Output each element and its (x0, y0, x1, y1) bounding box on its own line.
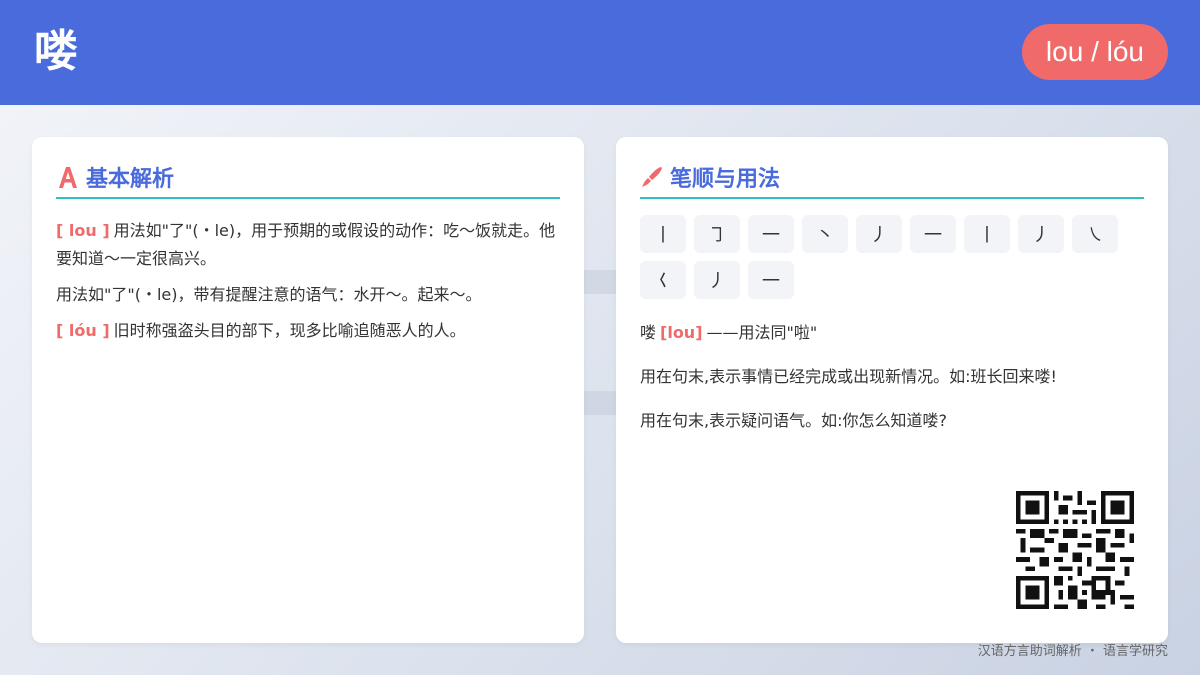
footer-caption: 汉语方言助词解析 ・ 语言学研究 (977, 644, 1168, 659)
stroke-cell: 一 (910, 215, 956, 253)
stroke-cell: 丨 (640, 215, 686, 253)
stroke-cell: ㇏ (1072, 215, 1118, 253)
stroke-cell: 一 (748, 261, 794, 299)
basic-card-header: 基本解析 (56, 161, 560, 199)
definition-tag: [ lou ] (56, 221, 110, 240)
basic-card-title: 基本解析 (86, 167, 175, 192)
usage-line: 用在句末,表示疑问语气。如:你怎么知道喽? (640, 411, 947, 430)
stroke-cell: 𡿨 (640, 261, 686, 299)
definition-item: [ lou ] 用法如"了"(・le)，用于预期的或假设的动作：吃～饭就走。他要知… (56, 217, 560, 273)
stroke-cell: 丶 (802, 215, 848, 253)
definition-text: 用法如"了"(・le)，带有提醒注意的语气：水开～。起来～。 (56, 285, 482, 304)
usage-char: 喽 (640, 323, 657, 342)
definition-tag: [ lóu ] (56, 321, 110, 340)
usage-card: 笔顺与用法 丨 ㇆ 一 丶 丿 一 丨 丿 ㇏ 𡿨 丿 一 喽 [lou] ——用法… (616, 137, 1168, 643)
definition-text: 旧时称强盗头目的部下，现多比喻追随恶人的人。 (113, 321, 466, 340)
stroke-cell: 丿 (856, 215, 902, 253)
font-A-icon (56, 163, 80, 191)
usage-line: 喽 [lou] ——用法同"啦" (640, 319, 1144, 347)
stroke-cell: ㇆ (694, 215, 740, 253)
usage-pinyin: [lou] (660, 323, 703, 342)
stroke-cell: 一 (748, 215, 794, 253)
stroke-cell: 丿 (1018, 215, 1064, 253)
usage-card-title: 笔顺与用法 (670, 167, 781, 192)
definition-text: 用法如"了"(・le)，用于预期的或假设的动作：吃～饭就走。他要知道～一定很高兴… (56, 221, 556, 268)
usage-line: 用在句末,表示事情已经完成或出现新情况。如:班长回来喽! (640, 367, 1057, 386)
definition-item: [ lóu ] 旧时称强盗头目的部下，现多比喻追随恶人的人。 (56, 317, 560, 345)
definition-item: 用法如"了"(・le)，带有提醒注意的语气：水开～。起来～。 (56, 281, 560, 309)
stroke-cell: 丿 (694, 261, 740, 299)
basic-card: 基本解析 [ lou ] 用法如"了"(・le)，用于预期的或假设的动作：吃～饭就… (32, 137, 584, 643)
pinyin-badge: lou / lóu (1021, 24, 1168, 80)
qr-code-icon (1016, 491, 1134, 609)
stroke-order: 丨 ㇆ 一 丶 丿 一 丨 丿 ㇏ 𡿨 丿 一 (640, 215, 1140, 307)
stroke-cell: 丨 (964, 215, 1010, 253)
pen-icon (640, 163, 664, 191)
page-title: 喽 (34, 26, 78, 77)
usage-card-header: 笔顺与用法 (640, 161, 1144, 199)
header-bar: 喽 lou / lóu (0, 0, 1200, 105)
usage-text: ——用法同"啦" (706, 323, 818, 342)
